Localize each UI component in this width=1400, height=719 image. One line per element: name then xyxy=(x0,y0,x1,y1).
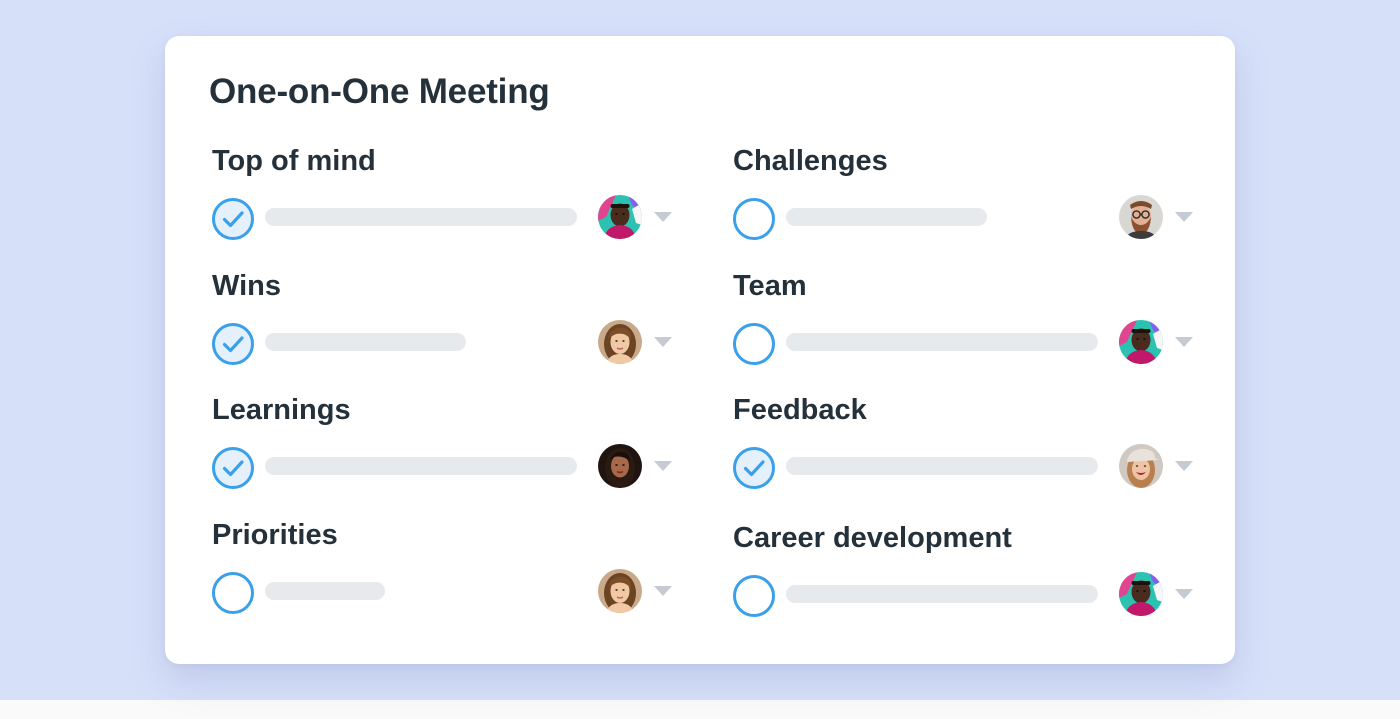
section-label: Priorities xyxy=(212,519,338,551)
agenda-item-row xyxy=(733,194,1203,240)
item-text-placeholder[interactable] xyxy=(786,585,1098,603)
section-label: Challenges xyxy=(733,145,888,177)
item-text-placeholder[interactable] xyxy=(786,208,987,226)
agenda-item-row xyxy=(733,443,1203,489)
agenda-item-row xyxy=(733,319,1203,365)
section-label: Feedback xyxy=(733,394,867,426)
card-title: One-on-One Meeting xyxy=(209,72,550,111)
section-label: Career development xyxy=(733,522,1012,554)
agenda-item-row xyxy=(212,568,682,614)
agenda-item-row xyxy=(212,443,682,489)
avatar[interactable] xyxy=(598,569,642,613)
item-text-placeholder[interactable] xyxy=(265,582,385,600)
section-label: Team xyxy=(733,270,807,302)
item-text-placeholder[interactable] xyxy=(265,208,577,226)
check-circle-icon[interactable] xyxy=(212,323,254,365)
avatar[interactable] xyxy=(1119,195,1163,239)
section-label: Learnings xyxy=(212,394,351,426)
item-text-placeholder[interactable] xyxy=(786,457,1098,475)
agenda-item-row xyxy=(733,571,1203,617)
check-circle-icon[interactable] xyxy=(212,447,254,489)
item-text-placeholder[interactable] xyxy=(786,333,1098,351)
check-circle-icon[interactable] xyxy=(733,575,775,617)
check-circle-icon[interactable] xyxy=(733,198,775,240)
section-label: Top of mind xyxy=(212,145,376,177)
item-text-placeholder[interactable] xyxy=(265,457,577,475)
avatar[interactable] xyxy=(598,444,642,488)
avatar[interactable] xyxy=(598,320,642,364)
chevron-down-icon[interactable] xyxy=(654,337,672,347)
chevron-down-icon[interactable] xyxy=(1175,212,1193,222)
avatar[interactable] xyxy=(1119,444,1163,488)
agenda-item-row xyxy=(212,319,682,365)
chevron-down-icon[interactable] xyxy=(1175,461,1193,471)
check-circle-icon[interactable] xyxy=(733,323,775,365)
check-circle-icon[interactable] xyxy=(212,198,254,240)
chevron-down-icon[interactable] xyxy=(1175,337,1193,347)
agenda-item-row xyxy=(212,194,682,240)
avatar[interactable] xyxy=(598,195,642,239)
chevron-down-icon[interactable] xyxy=(1175,589,1193,599)
chevron-down-icon[interactable] xyxy=(654,212,672,222)
item-text-placeholder[interactable] xyxy=(265,333,466,351)
avatar[interactable] xyxy=(1119,320,1163,364)
check-circle-icon[interactable] xyxy=(733,447,775,489)
chevron-down-icon[interactable] xyxy=(654,461,672,471)
chevron-down-icon[interactable] xyxy=(654,586,672,596)
meeting-agenda-card: One-on-One Meeting Top of mind Wins Learni… xyxy=(165,36,1235,664)
check-circle-icon[interactable] xyxy=(212,572,254,614)
section-label: Wins xyxy=(212,270,282,302)
avatar[interactable] xyxy=(1119,572,1163,616)
